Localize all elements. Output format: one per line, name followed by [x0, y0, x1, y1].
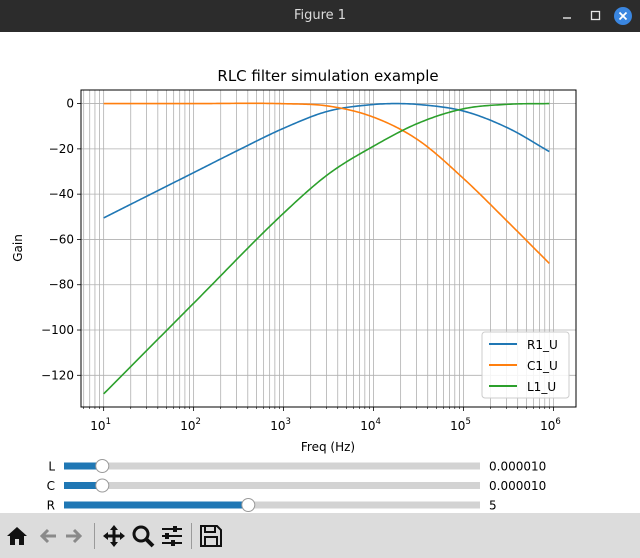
x-tick-label: 102 [180, 417, 201, 433]
y-tick-label: 0 [66, 97, 74, 111]
x-tick-label-exponent: 1 [106, 417, 111, 427]
x-tick-label: 106 [540, 417, 561, 433]
y-axis-label: Gain [11, 234, 25, 262]
x-axis-label: Freq (Hz) [301, 440, 355, 454]
maximize-icon[interactable] [586, 6, 606, 26]
forward-icon[interactable] [62, 523, 88, 549]
x-tick-label-exponent: 6 [555, 417, 560, 427]
slider-l[interactable]: L 0.000010 [48, 459, 546, 474]
slider-panel: L 0.000010C 0.000010R 5 [47, 459, 547, 513]
slider-track [64, 462, 480, 470]
pan-icon[interactable] [101, 523, 127, 549]
legend: R1_U C1_U L1_U [481, 331, 570, 399]
y-tick-label: −100 [41, 323, 74, 337]
slider-r[interactable]: R5 [47, 498, 497, 513]
legend-label: C1_U [527, 359, 558, 373]
slider-handle[interactable] [95, 459, 110, 473]
minimize-icon[interactable] [558, 6, 578, 26]
chart-title: RLC filter simulation example [217, 67, 438, 85]
x-tick-label: 104 [360, 417, 381, 433]
y-tick-label: −20 [49, 142, 74, 156]
x-tick-label: 101 [90, 417, 111, 433]
window-titlebar: Figure 1 [0, 0, 640, 32]
configure-subplots-icon[interactable] [159, 523, 185, 549]
legend-label: L1_U [527, 380, 556, 394]
slider-handle[interactable] [95, 478, 110, 493]
slider-label: C [47, 479, 55, 493]
slider-track [64, 482, 480, 489]
minor-gridlines [83, 90, 550, 407]
y-tick-label: −60 [49, 232, 74, 246]
home-icon[interactable] [4, 523, 30, 549]
slider-value: 0.000010 [489, 479, 546, 493]
x-tick-label-exponent: 2 [196, 417, 201, 427]
x-tick-label-exponent: 3 [286, 417, 291, 427]
toolbar-separator [94, 523, 95, 549]
slider-label: R [47, 499, 55, 513]
x-tick-label: 103 [270, 417, 291, 433]
window-title: Figure 1 [293, 8, 347, 23]
legend-label: R1_U [527, 338, 558, 352]
y-tick-label: −120 [41, 368, 74, 382]
slider-value: 5 [489, 499, 497, 513]
slider-c[interactable]: C 0.000010 [47, 478, 547, 493]
slider-value: 0.000010 [489, 460, 546, 474]
zoom-icon[interactable] [130, 523, 156, 549]
x-tick-label-exponent: 5 [465, 417, 470, 427]
slider-handle[interactable] [241, 498, 256, 512]
y-tick-label: −80 [49, 278, 74, 292]
toolbar-separator [191, 523, 192, 549]
close-icon[interactable] [613, 6, 633, 26]
figure-canvas: 101 102 103 104 105 1060−20−40−60−80−100−120 … [11, 67, 577, 513]
save-icon[interactable] [198, 523, 224, 549]
navigation-toolbar [0, 513, 640, 558]
slider-fill [64, 501, 249, 509]
y-tick-label: −40 [49, 187, 74, 201]
x-tick-label: 105 [450, 417, 471, 433]
slider-label: L [48, 460, 55, 474]
back-icon[interactable] [34, 523, 60, 549]
x-tick-label-exponent: 4 [375, 417, 380, 427]
